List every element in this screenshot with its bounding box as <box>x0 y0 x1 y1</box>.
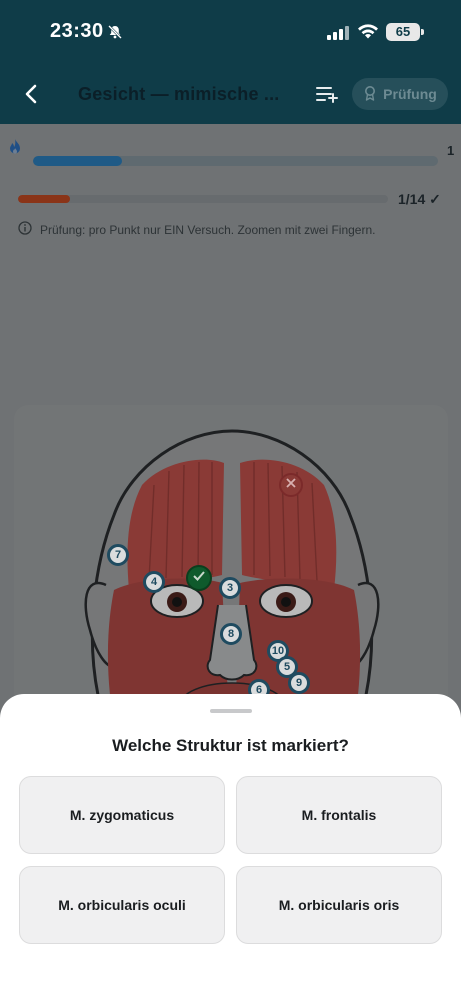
award-ribbon-icon <box>363 85 377 104</box>
answer-sheet: Welche Struktur ist markiert? M. zygomat… <box>0 694 461 1000</box>
page-title: Gesicht — mimische ... <box>78 84 280 104</box>
flame-icon <box>7 138 23 161</box>
marker-3[interactable]: 3 <box>219 577 241 599</box>
marker-8[interactable]: 8 <box>220 623 242 645</box>
streak-progress-bar <box>33 156 438 166</box>
answer-option[interactable]: M. frontalis <box>236 776 442 854</box>
bell-muted-icon <box>107 24 123 45</box>
wifi-icon <box>357 22 379 45</box>
app-header: 23:30 65 Gesicht — mimische ... Prüfung <box>0 0 461 124</box>
marker-4[interactable]: 4 <box>143 571 165 593</box>
exam-button[interactable]: Prüfung <box>352 78 448 110</box>
answer-option[interactable]: M. orbicularis oris <box>236 866 442 944</box>
marker-correct[interactable] <box>186 565 212 591</box>
marker-7[interactable]: 7 <box>107 544 129 566</box>
add-to-list-icon[interactable] <box>315 84 339 109</box>
answer-option[interactable]: M. orbicularis oculi <box>19 866 225 944</box>
quiz-progress-bar <box>18 195 388 203</box>
answer-option[interactable]: M. zygomaticus <box>19 776 225 854</box>
question-text: Welche Struktur ist markiert? <box>112 736 349 755</box>
status-time: 23:30 <box>50 20 104 42</box>
streak-count: 1 <box>447 143 455 158</box>
quiz-progress-fill <box>18 195 70 203</box>
checkmark-icon <box>192 569 206 587</box>
close-icon <box>285 476 297 494</box>
marker-9[interactable]: 9 <box>288 672 310 694</box>
sheet-drag-handle[interactable] <box>210 709 252 713</box>
exam-button-label: Prüfung <box>383 86 437 102</box>
status-bar: 23:30 65 <box>0 18 461 46</box>
quiz-progress-label: 1/14 ✓ <box>398 191 441 207</box>
back-chevron-icon[interactable] <box>18 80 46 108</box>
anatomy-figure[interactable]: 7 4 3 8 10 5 9 6 <box>14 405 448 735</box>
exam-hint-text: Prüfung: pro Punkt nur EIN Versuch. Zoom… <box>40 222 376 237</box>
info-icon <box>18 221 32 238</box>
navigation-bar: Gesicht — mimische ... Prüfung <box>0 70 461 118</box>
exam-hint: Prüfung: pro Punkt nur EIN Versuch. Zoom… <box>18 221 375 238</box>
battery-indicator: 65 <box>386 23 424 41</box>
marker-wrong[interactable] <box>279 473 303 497</box>
cellular-signal-icon <box>327 26 349 45</box>
streak-progress-fill <box>33 156 123 166</box>
